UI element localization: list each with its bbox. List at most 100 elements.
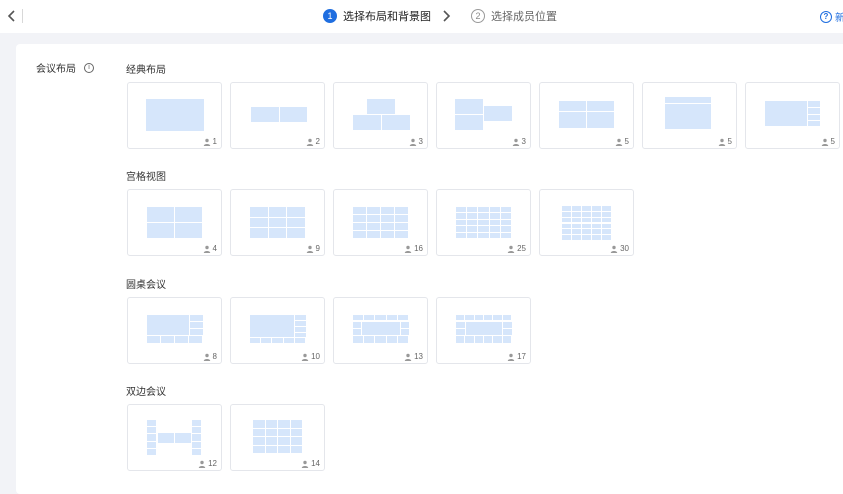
layout-cell (592, 206, 601, 211)
layout-cell (278, 428, 290, 436)
layout-cell (455, 115, 483, 130)
layout-cell (395, 231, 408, 238)
member-count-value: 3 (418, 137, 423, 146)
member-count-value: 13 (414, 352, 423, 361)
layout-cell (500, 219, 511, 226)
member-count-value: 10 (311, 352, 320, 361)
member-count-value: 3 (521, 137, 526, 146)
help-link[interactable]: ? 新 (820, 9, 843, 24)
layout-cell (456, 336, 465, 343)
layout-cell (455, 99, 483, 114)
info-icon[interactable]: i (84, 62, 94, 73)
layout-cell (253, 445, 265, 453)
layout-cell (353, 329, 361, 335)
field-label-text: 会议布局 (36, 64, 76, 75)
layout-cell (287, 217, 305, 228)
layout-cell (467, 232, 478, 238)
step-1[interactable]: 1 选择布局和背景图 (323, 8, 431, 24)
layout-option-card[interactable]: 12 (127, 404, 222, 471)
layout-option-card[interactable]: 2 (230, 82, 325, 149)
layout-cell (395, 207, 408, 214)
layout-cell (562, 223, 571, 229)
layout-cell (265, 445, 277, 453)
member-count: 12 (198, 459, 217, 468)
layout-option-card[interactable]: 16 (333, 189, 428, 256)
layout-cell (250, 315, 294, 337)
layout-cell (602, 217, 611, 223)
member-count: 30 (610, 244, 629, 253)
layout-cell (190, 329, 203, 335)
layout-option-card[interactable]: 25 (436, 189, 531, 256)
layout-option-card[interactable]: 1 (127, 82, 222, 149)
step-1-number: 1 (323, 9, 337, 23)
back-arrow-icon[interactable] (4, 8, 20, 24)
layout-cell (665, 104, 711, 129)
layout-option-card[interactable]: 3 (333, 82, 428, 149)
layout-cell (190, 322, 203, 328)
layout-cell (272, 338, 283, 343)
layout-cell (175, 207, 202, 222)
layout-cell (147, 441, 156, 448)
layout-cell (493, 336, 502, 343)
layout-cell (278, 437, 290, 445)
layout-option-card[interactable]: 10 (230, 297, 325, 364)
person-icon (615, 138, 623, 146)
layout-cell (268, 217, 287, 228)
layout-cell (147, 336, 160, 343)
layout-cell (353, 315, 364, 320)
person-icon (203, 245, 211, 253)
person-icon (306, 138, 314, 146)
member-count: 5 (821, 137, 835, 146)
layout-cell (192, 448, 201, 455)
layout-cell (146, 99, 204, 131)
layout-cell (572, 206, 581, 211)
member-count: 5 (718, 137, 732, 146)
layout-cell (484, 336, 493, 343)
layout-cell (456, 315, 465, 320)
layout-cell (268, 228, 287, 238)
member-count-value: 5 (727, 137, 732, 146)
member-count: 9 (306, 244, 320, 253)
layout-cell (592, 217, 601, 223)
layout-cell (478, 232, 489, 238)
member-count-value: 5 (830, 137, 835, 146)
layout-option-card[interactable]: 5 (642, 82, 737, 149)
layout-option-card[interactable]: 9 (230, 189, 325, 256)
layout-cell (364, 315, 375, 320)
layout-cell (489, 213, 500, 219)
layout-cell (268, 207, 287, 217)
meeting-layout-field-label: 会议布局 i (36, 60, 94, 75)
layout-option-card[interactable]: 5 (539, 82, 634, 149)
layout-cell (572, 211, 581, 217)
member-count: 17 (507, 352, 526, 361)
layout-option-card[interactable]: 3 (436, 82, 531, 149)
layout-cell (386, 336, 397, 343)
layout-cell (397, 336, 408, 343)
layout-option-card[interactable]: 30 (539, 189, 634, 256)
layout-cell (456, 207, 467, 213)
step-2[interactable]: 2 选择成员位置 (471, 8, 557, 24)
member-count-value: 1 (212, 137, 217, 146)
layout-option-card[interactable]: 5 (745, 82, 840, 149)
member-count: 4 (203, 244, 217, 253)
step-1-label: 选择布局和背景图 (343, 11, 431, 23)
layout-cell (251, 107, 279, 122)
layout-cell (367, 231, 380, 238)
layout-option-card[interactable]: 17 (436, 297, 531, 364)
layout-option-card[interactable]: 13 (333, 297, 428, 364)
layout-cell (456, 213, 467, 219)
help-label: 新 (835, 13, 843, 24)
layout-cell (467, 226, 478, 232)
layout-cell (290, 445, 302, 453)
layout-cell (572, 223, 581, 229)
layout-cell (456, 219, 467, 226)
layout-option-card[interactable]: 4 (127, 189, 222, 256)
layout-option-card[interactable]: 8 (127, 297, 222, 364)
layout-cell (147, 420, 156, 427)
person-icon (512, 138, 520, 146)
layout-cell (478, 219, 489, 226)
layout-cell (489, 219, 500, 226)
layout-option-card[interactable]: 14 (230, 404, 325, 471)
person-icon (404, 353, 412, 361)
layout-cell (484, 106, 512, 121)
